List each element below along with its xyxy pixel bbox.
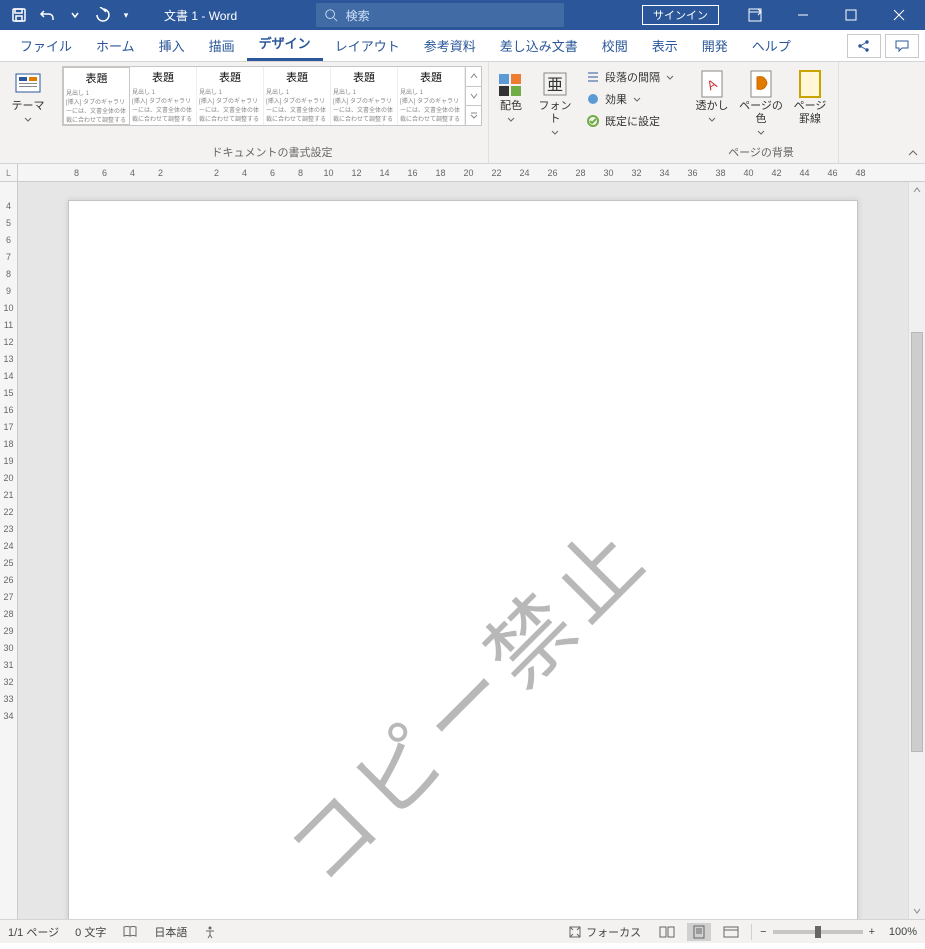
tab-review[interactable]: 校閲 [590, 30, 640, 61]
style-set-item[interactable]: 表題見出し 1[挿入] タブのギャラリーには、文書全体の体裁に合わせて調整するた… [197, 67, 264, 125]
gallery-more[interactable] [465, 106, 481, 125]
zoom-out-button[interactable]: − [760, 926, 766, 938]
ribbon-tabs: ファイル ホーム 挿入 描画 デザイン レイアウト 参考資料 差し込み文書 校閲… [0, 30, 925, 62]
effects-button[interactable]: 効果 [581, 88, 678, 110]
tab-file[interactable]: ファイル [8, 30, 84, 61]
zoom-in-button[interactable]: + [869, 926, 875, 938]
vertical-ruler[interactable]: 4567891011121314151617181920212223242526… [0, 182, 18, 919]
zoom-control: − + 100% [760, 926, 917, 938]
watermark-text: コピー禁止 [255, 491, 671, 907]
chevron-down-icon [24, 117, 32, 122]
tab-insert[interactable]: 挿入 [147, 30, 197, 61]
close-button[interactable] [877, 0, 921, 30]
page-count[interactable]: 1/1 ページ [8, 924, 59, 940]
comments-button[interactable] [885, 34, 919, 58]
workspace: L 86422468101214161820222426283032343638… [0, 164, 925, 919]
svg-text:亜: 亜 [547, 77, 563, 94]
web-layout-button[interactable] [719, 923, 743, 941]
style-set-item[interactable]: 表題見出し 1[挿入] タブのギャラリーには、文書全体の体裁に合わせて調整するた… [264, 67, 331, 125]
tab-developer[interactable]: 開発 [690, 30, 740, 61]
undo-button[interactable] [34, 2, 60, 28]
tab-selector[interactable]: L [0, 164, 18, 182]
book-icon [122, 925, 138, 939]
style-set-gallery[interactable]: 表題見出し 1[挿入] タブのギャラリーには、文書全体の体裁に合わせて調整するた… [62, 66, 482, 126]
read-mode-button[interactable] [655, 923, 679, 941]
qat-customize[interactable]: ▾ [118, 2, 134, 28]
save-button[interactable] [6, 2, 32, 28]
ribbon-design: テーマ 表題見出し 1[挿入] タブのギャラリーには、文書全体の体裁に合わせて調… [0, 62, 925, 164]
paragraph-spacing-button[interactable]: 段落の間隔 [581, 66, 678, 88]
status-bar: 1/1 ページ 0 文字 日本語 フォーカス − + 100% [0, 919, 925, 943]
page[interactable]: コピー禁止 [68, 200, 858, 919]
document-area[interactable]: コピー禁止 [18, 182, 908, 919]
tab-help[interactable]: ヘルプ [740, 30, 803, 61]
print-layout-button[interactable] [687, 923, 711, 941]
style-set-item[interactable]: 表題見出し 1[挿入] タブのギャラリーには、文書全体の体裁に合わせて調整するた… [63, 67, 130, 125]
minimize-button[interactable] [781, 0, 825, 30]
zoom-percent[interactable]: 100% [881, 926, 917, 938]
search-icon [324, 8, 338, 22]
window-controls: サインイン [642, 0, 925, 30]
horizontal-ruler[interactable]: L 86422468101214161820222426283032343638… [0, 164, 925, 182]
spell-check-button[interactable] [122, 925, 138, 939]
title-bar: ▾ 文書 1 - Word 検索 サインイン [0, 0, 925, 30]
ribbon-display-button[interactable] [733, 0, 777, 30]
search-box[interactable]: 検索 [316, 3, 564, 27]
language-button[interactable]: 日本語 [154, 924, 187, 940]
scroll-down-button[interactable] [909, 903, 925, 919]
document-title: 文書 1 - Word [164, 7, 237, 24]
fonts-button[interactable]: 亜 フォント [533, 66, 577, 141]
redo-button[interactable] [90, 2, 116, 28]
tab-design[interactable]: デザイン [247, 27, 323, 61]
share-button[interactable] [847, 34, 881, 58]
vertical-scrollbar[interactable] [908, 182, 925, 919]
group-label-page-background: ページの背景 [690, 145, 832, 163]
maximize-button[interactable] [829, 0, 873, 30]
undo-split[interactable] [62, 2, 88, 28]
collapse-ribbon-button[interactable] [907, 147, 919, 161]
page-color-button[interactable]: ページの色 [734, 66, 788, 141]
scroll-thumb[interactable] [911, 332, 923, 752]
page-borders-button[interactable]: ページ 罫線 [788, 66, 832, 128]
zoom-slider[interactable] [773, 930, 863, 934]
search-placeholder: 検索 [346, 7, 370, 24]
tab-view[interactable]: 表示 [640, 30, 690, 61]
tab-references[interactable]: 参考資料 [412, 30, 488, 61]
tab-layout[interactable]: レイアウト [323, 30, 412, 61]
gallery-down[interactable] [465, 87, 481, 107]
style-set-item[interactable]: 表題見出し 1[挿入] タブのギャラリーには、文書全体の体裁に合わせて調整するた… [331, 67, 398, 125]
quick-access-toolbar: ▾ [0, 2, 134, 28]
focus-mode-button[interactable]: フォーカス [568, 924, 641, 940]
tab-draw[interactable]: 描画 [197, 30, 247, 61]
colors-button[interactable]: 配色 [489, 66, 533, 128]
scroll-up-button[interactable] [909, 182, 925, 198]
style-set-item[interactable]: 表題見出し 1[挿入] タブのギャラリーには、文書全体の体裁に合わせて調整するた… [130, 67, 197, 125]
watermark-button[interactable]: A 透かし [690, 66, 734, 128]
gallery-up[interactable] [465, 67, 481, 87]
word-count[interactable]: 0 文字 [75, 924, 106, 940]
sign-in-button[interactable]: サインイン [642, 5, 719, 25]
tab-home[interactable]: ホーム [84, 30, 147, 61]
accessibility-button[interactable] [203, 925, 217, 939]
themes-button[interactable]: テーマ [6, 66, 50, 128]
style-set-item[interactable]: 表題見出し 1[挿入] タブのギャラリーには、文書全体の体裁に合わせて調整するた… [398, 67, 465, 125]
tab-mailings[interactable]: 差し込み文書 [488, 30, 590, 61]
group-label-document-formatting: ドキュメントの書式設定 [62, 145, 482, 163]
set-default-button[interactable]: 既定に設定 [581, 110, 678, 132]
